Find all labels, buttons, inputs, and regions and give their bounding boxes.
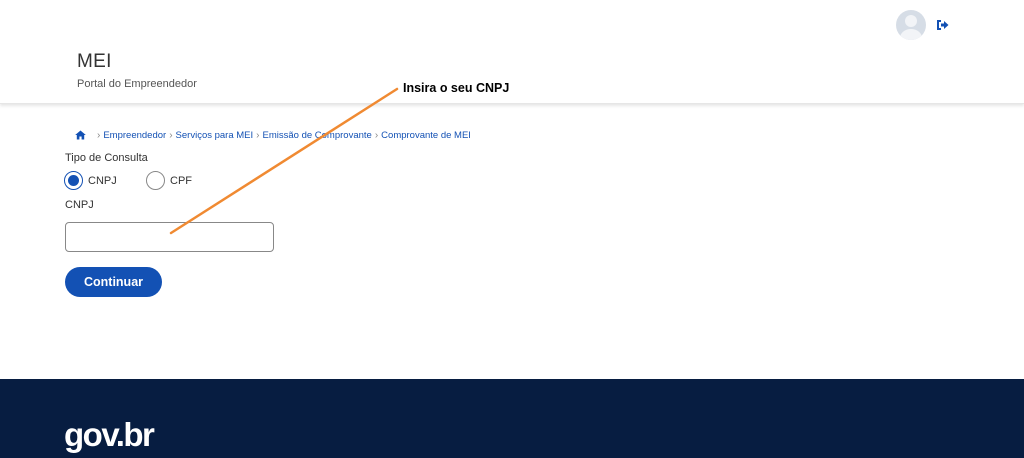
site-footer: gov.br — [0, 379, 1024, 458]
user-avatar-icon[interactable] — [896, 10, 926, 40]
annotation-label: Insira o seu CNPJ — [403, 81, 510, 95]
radio-option-cpf[interactable]: CPF — [146, 171, 192, 190]
cnpj-field-label: CNPJ — [65, 199, 94, 211]
chevron-right-icon: › — [256, 129, 260, 141]
chevron-right-icon: › — [169, 129, 173, 141]
radio-cnpj-label: CNPJ — [88, 174, 117, 187]
app-subtitle: Portal do Empreendedor — [77, 78, 197, 90]
radio-cpf[interactable] — [146, 171, 165, 190]
breadcrumb-item-servicos[interactable]: Serviços para MEI — [176, 130, 254, 141]
chevron-right-icon: › — [97, 129, 101, 141]
chevron-right-icon: › — [374, 129, 379, 141]
breadcrumb-item-comprovante[interactable]: Comprovante de MEI — [381, 130, 471, 141]
breadcrumb-item-empreendedor[interactable]: Empreendedor — [103, 130, 166, 141]
radio-option-cnpj[interactable]: CNPJ — [64, 171, 117, 190]
radio-cpf-label: CPF — [170, 174, 192, 187]
app-title: MEI — [77, 51, 112, 72]
govbr-logo[interactable]: gov.br — [64, 418, 155, 451]
breadcrumb: › Empreendedor › Serviços para MEI › Emi… — [75, 128, 471, 142]
avatar-head — [905, 15, 917, 27]
continue-button[interactable]: Continuar — [65, 267, 162, 297]
breadcrumb-item-emissao[interactable]: Emissão de Comprovante — [263, 130, 372, 141]
sign-out-icon[interactable] — [936, 19, 949, 31]
radio-cnpj[interactable] — [64, 171, 83, 190]
avatar-body — [900, 29, 922, 40]
site-header: MEI Portal do Empreendedor — [0, 0, 1024, 104]
consulta-type-label: Tipo de Consulta — [65, 152, 148, 164]
cnpj-input[interactable] — [65, 222, 274, 252]
home-icon[interactable] — [75, 130, 86, 140]
